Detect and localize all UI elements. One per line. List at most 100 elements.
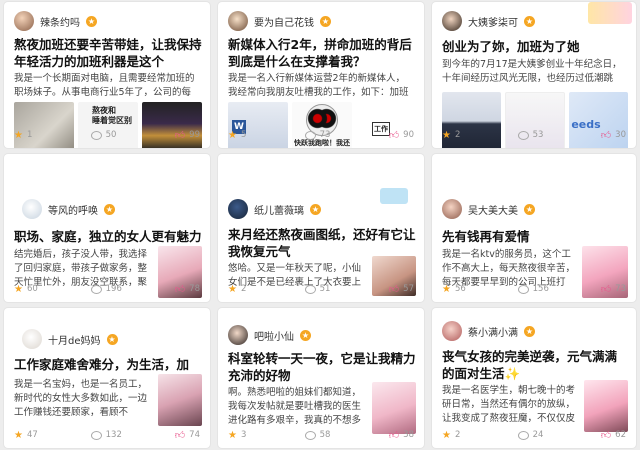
post-title[interactable]: 先有钱再有爱情: [442, 228, 628, 246]
username[interactable]: 吧啦小仙: [254, 328, 294, 343]
post-title[interactable]: 来月经还熬夜画图纸，还好有它让我恢复元气: [228, 226, 416, 260]
comment-count: 156: [532, 284, 549, 294]
post-thumbnail[interactable]: [158, 374, 202, 426]
verified-badge-icon: ★: [524, 203, 535, 215]
like-stat[interactable]: 👍︎ 99: [175, 129, 200, 141]
comment-stat[interactable]: 50: [90, 130, 117, 140]
comment-stat[interactable]: 73: [304, 130, 330, 140]
thumbs-up-icon: 👍︎: [600, 130, 612, 141]
like-stat[interactable]: 👍︎ 74: [175, 429, 200, 441]
post-card[interactable]: 十月de妈妈 ★ 工作家庭难舍难分，为生活，加油！ 我是一名宝妈，也是一名员工，…: [4, 308, 210, 448]
avatar[interactable]: [442, 321, 462, 341]
favorite-stat[interactable]: ★ 60: [14, 284, 38, 295]
favorite-stat[interactable]: ★ 2: [442, 430, 460, 441]
star-icon: ★: [228, 129, 237, 141]
username[interactable]: 大姨爹柒可: [468, 14, 518, 29]
comment-stat[interactable]: 58: [304, 430, 331, 440]
card-header: 蔡小满小满 ★: [442, 320, 535, 342]
favorite-count: 2: [454, 430, 461, 440]
avatar[interactable]: [14, 11, 34, 31]
post-title[interactable]: 新媒体入行2年，拼命加班的背后到底是什么在支撑着我？: [228, 36, 416, 70]
favorite-stat[interactable]: ★ 1: [14, 130, 32, 141]
post-title[interactable]: 科室轮转一天一夜，它是让我精力充沛的好物: [228, 350, 416, 384]
comment-count: 132: [105, 430, 122, 440]
favorite-stat[interactable]: ★ 2: [442, 130, 460, 141]
comment-stat[interactable]: 132: [90, 430, 122, 440]
post-card[interactable]: 吴大美大美 ★ 先有钱再有爱情 我是一名ktv的服务员，这个工作不高大上，每天熬…: [432, 154, 636, 302]
comment-stat[interactable]: 24: [517, 430, 544, 440]
comment-icon: [517, 430, 529, 440]
comment-stat[interactable]: 196: [90, 284, 122, 294]
like-stat[interactable]: 👍︎ 57: [389, 283, 414, 295]
post-card[interactable]: 大姨爹柒可 ★ 创业为了妳，加班为了她 到今年的7月17是大姨爹创业十年纪念日，…: [432, 2, 636, 148]
post-title[interactable]: 职场、家庭，独立的女人更有魅力: [14, 228, 202, 246]
post-excerpt: 到今年的7月17是大姨爹创业十年纪念日，十年间经历过风光无限，也经历过低潮跳窑，…: [442, 59, 622, 84]
star-icon: ★: [14, 429, 23, 441]
avatar[interactable]: [228, 11, 248, 31]
like-count: 73: [615, 284, 626, 294]
thumbs-up-icon: 👍︎: [174, 130, 186, 141]
card-header: 纸儿蕾薇璃 ★: [228, 198, 321, 220]
avatar[interactable]: [22, 329, 42, 349]
post-thumbnail[interactable]: [372, 382, 416, 434]
post-title[interactable]: 工作家庭难舍难分，为生活，加油！: [14, 356, 202, 374]
username[interactable]: 等风的呼唤: [48, 202, 98, 217]
username[interactable]: 十月de妈妈: [48, 332, 101, 347]
comment-count: 50: [105, 130, 117, 140]
post-card[interactable]: 辣条约吗 ★ 熬夜加班还要辛苦带娃，让我保持年轻活力的加班利器是这个 我是一个长…: [4, 2, 210, 148]
avatar[interactable]: [442, 199, 462, 219]
username[interactable]: 要为自己花钱: [254, 14, 314, 29]
post-title[interactable]: 丧气女孩的完美逆袭，元气满满的面对生活✨: [442, 348, 628, 382]
comment-stat[interactable]: 156: [517, 284, 549, 294]
favorite-count: 2: [240, 284, 247, 294]
favorite-stat[interactable]: ★ 47: [14, 430, 38, 441]
favorite-count: 1: [26, 130, 33, 140]
post-title[interactable]: 创业为了妳，加班为了她: [442, 38, 628, 56]
avatar[interactable]: [442, 11, 462, 31]
comment-icon: [90, 430, 102, 440]
like-stat[interactable]: 👍︎ 62: [601, 429, 626, 441]
card-footer: ★ 2 53 👍︎ 30: [442, 128, 626, 142]
favorite-stat[interactable]: ★ 56: [442, 284, 466, 295]
like-stat[interactable]: 👍︎ 38: [389, 429, 414, 441]
star-icon: ★: [14, 129, 23, 141]
avatar[interactable]: [228, 325, 248, 345]
avatar[interactable]: [228, 199, 248, 219]
username[interactable]: 蔡小满小满: [468, 324, 518, 339]
like-stat[interactable]: 👍︎ 30: [601, 129, 626, 141]
post-thumbnail[interactable]: [584, 380, 628, 432]
post-card[interactable]: 蔡小满小满 ★ 丧气女孩的完美逆袭，元气满满的面对生活✨ 我是一名医学生，朝七晚…: [432, 308, 636, 448]
like-count: 78: [189, 284, 200, 294]
favorite-stat[interactable]: ★ 3: [228, 430, 246, 441]
post-title[interactable]: 熬夜加班还要辛苦带娃，让我保持年轻活力的加班利器是这个: [14, 36, 202, 70]
card-footer: ★ 47 132 👍︎ 74: [14, 428, 200, 442]
like-stat[interactable]: 👍︎ 73: [601, 283, 626, 295]
favorite-stat[interactable]: ★ 5: [228, 130, 246, 141]
comment-count: 58: [319, 430, 331, 440]
post-excerpt: 啊。熟悉吧啦的姐妹们都知道，我每次发帖就是要吐槽我的医生进化路有多艰辛，我真的不…: [228, 387, 362, 426]
username[interactable]: 吴大美大美: [468, 202, 518, 217]
thumbs-up-icon: 👍︎: [600, 430, 612, 441]
comment-stat[interactable]: 53: [517, 130, 543, 140]
card-header: 吴大美大美 ★: [442, 198, 535, 220]
like-count: 57: [403, 284, 414, 294]
like-count: 90: [403, 130, 414, 140]
favorite-count: 5: [240, 130, 247, 140]
post-card[interactable]: 吧啦小仙 ★ 科室轮转一天一夜，它是让我精力充沛的好物 啊。熟悉吧啦的姐妹们都知…: [218, 308, 424, 448]
favorite-stat[interactable]: ★ 2: [228, 284, 246, 295]
username[interactable]: 辣条约吗: [40, 14, 80, 29]
avatar[interactable]: [22, 199, 42, 219]
comment-count: 24: [532, 430, 544, 440]
verified-badge-icon: ★: [524, 325, 535, 337]
post-card[interactable]: 纸儿蕾薇璃 ★ 来月经还熬夜画图纸，还好有它让我恢复元气 悠哈。又是一年秋天了呢…: [218, 154, 424, 302]
thumbs-up-icon: 👍︎: [174, 430, 186, 441]
thumbs-up-icon: 👍︎: [388, 430, 400, 441]
username[interactable]: 纸儿蕾薇璃: [254, 202, 304, 217]
like-stat[interactable]: 👍︎ 78: [175, 283, 200, 295]
thumbs-up-icon: 👍︎: [388, 284, 400, 295]
post-card[interactable]: 要为自己花钱 ★ 新媒体入行2年，拼命加班的背后到底是什么在支撑着我？ 我是一名…: [218, 2, 424, 148]
favorite-count: 60: [26, 284, 38, 294]
like-stat[interactable]: 👍︎ 90: [389, 129, 414, 141]
post-card[interactable]: 等风的呼唤 ★ 职场、家庭，独立的女人更有魅力 结完婚后，孩子没人带，我选择了回…: [4, 154, 210, 302]
comment-stat[interactable]: 51: [304, 284, 330, 294]
